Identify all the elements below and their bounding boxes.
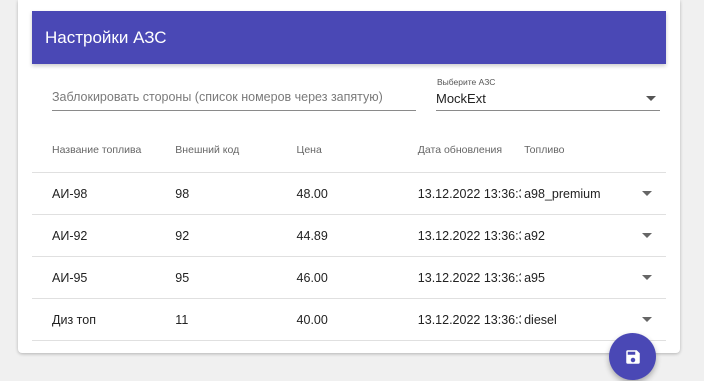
column-header-fuel-name[interactable]: Название топлива [32, 128, 156, 173]
column-header-fuel[interactable]: Топливо [521, 128, 666, 173]
page: Настройки АЗС Выберите АЗС MockExt Назва… [0, 0, 704, 381]
station-settings-card: Настройки АЗС Выберите АЗС MockExt Назва… [18, 0, 680, 353]
chevron-down-icon [642, 274, 653, 280]
fuel-select-cell: a98_premium [521, 172, 666, 215]
chevron-down-icon [642, 316, 653, 322]
fuel-table: Название топлива Внешний код Цена Дата о… [32, 128, 666, 341]
fuel-select[interactable]: a92 [524, 226, 653, 246]
table-row: АИ-98 98 48.00 13.12.2022 13:36:32 a98_p… [32, 172, 666, 215]
chevron-down-icon [642, 232, 653, 238]
fuel-name-cell: АИ-98 [32, 172, 156, 215]
external-code-cell: 98 [155, 172, 277, 215]
external-code-cell: 95 [155, 256, 277, 299]
column-header-price[interactable]: Цена [276, 128, 398, 173]
fuel-select[interactable]: a98_premium [524, 184, 653, 204]
save-button[interactable] [609, 333, 656, 380]
external-code-cell: 92 [155, 214, 277, 257]
fuel-select[interactable]: diesel [524, 310, 653, 330]
price-cell: 46.00 [276, 256, 398, 299]
fuel-select-cell: a95 [521, 256, 666, 299]
fuel-name-cell: Диз топ [32, 298, 156, 341]
page-title: Настройки АЗС [45, 28, 167, 47]
station-select[interactable]: Выберите АЗС MockExt [436, 74, 660, 111]
column-header-update-date[interactable]: Дата обновления [397, 128, 522, 173]
external-code-cell: 11 [155, 298, 277, 341]
table-row: АИ-92 92 44.89 13.12.2022 13:36:32 a92 [32, 214, 666, 257]
column-header-external-code[interactable]: Внешний код [155, 128, 277, 173]
chevron-down-icon [646, 96, 656, 101]
chevron-down-icon [642, 190, 653, 196]
update-date-cell: 13.12.2022 13:36:32 [397, 298, 522, 341]
station-select-value: MockExt [436, 91, 486, 106]
fuel-select-cell: diesel [521, 298, 666, 341]
price-cell: 44.89 [276, 214, 398, 257]
save-icon [625, 349, 640, 364]
fuel-select[interactable]: a95 [524, 268, 653, 288]
block-sides-field[interactable] [52, 86, 416, 111]
table-row: Диз топ 11 40.00 13.12.2022 13:36:32 die… [32, 298, 666, 341]
price-cell: 48.00 [276, 172, 398, 215]
fuel-select-value: a98_premium [524, 186, 601, 201]
fuel-name-cell: АИ-92 [32, 214, 156, 257]
update-date-cell: 13.12.2022 13:36:32 [397, 256, 522, 299]
update-date-cell: 13.12.2022 13:36:32 [397, 214, 522, 257]
fuel-select-value: diesel [524, 312, 557, 327]
fuel-name-cell: АИ-95 [32, 256, 156, 299]
update-date-cell: 13.12.2022 13:36:32 [397, 172, 522, 215]
fuel-select-value: a95 [524, 270, 545, 285]
fuel-select-cell: a92 [521, 214, 666, 257]
table-header-row: Название топлива Внешний код Цена Дата о… [32, 128, 666, 173]
station-select-label: Выберите АЗС [437, 77, 496, 87]
card-header: Настройки АЗС [32, 11, 666, 64]
block-sides-input[interactable] [52, 86, 416, 108]
fuel-select-value: a92 [524, 228, 545, 243]
table-row: АИ-95 95 46.00 13.12.2022 13:36:32 a95 [32, 256, 666, 299]
price-cell: 40.00 [276, 298, 398, 341]
